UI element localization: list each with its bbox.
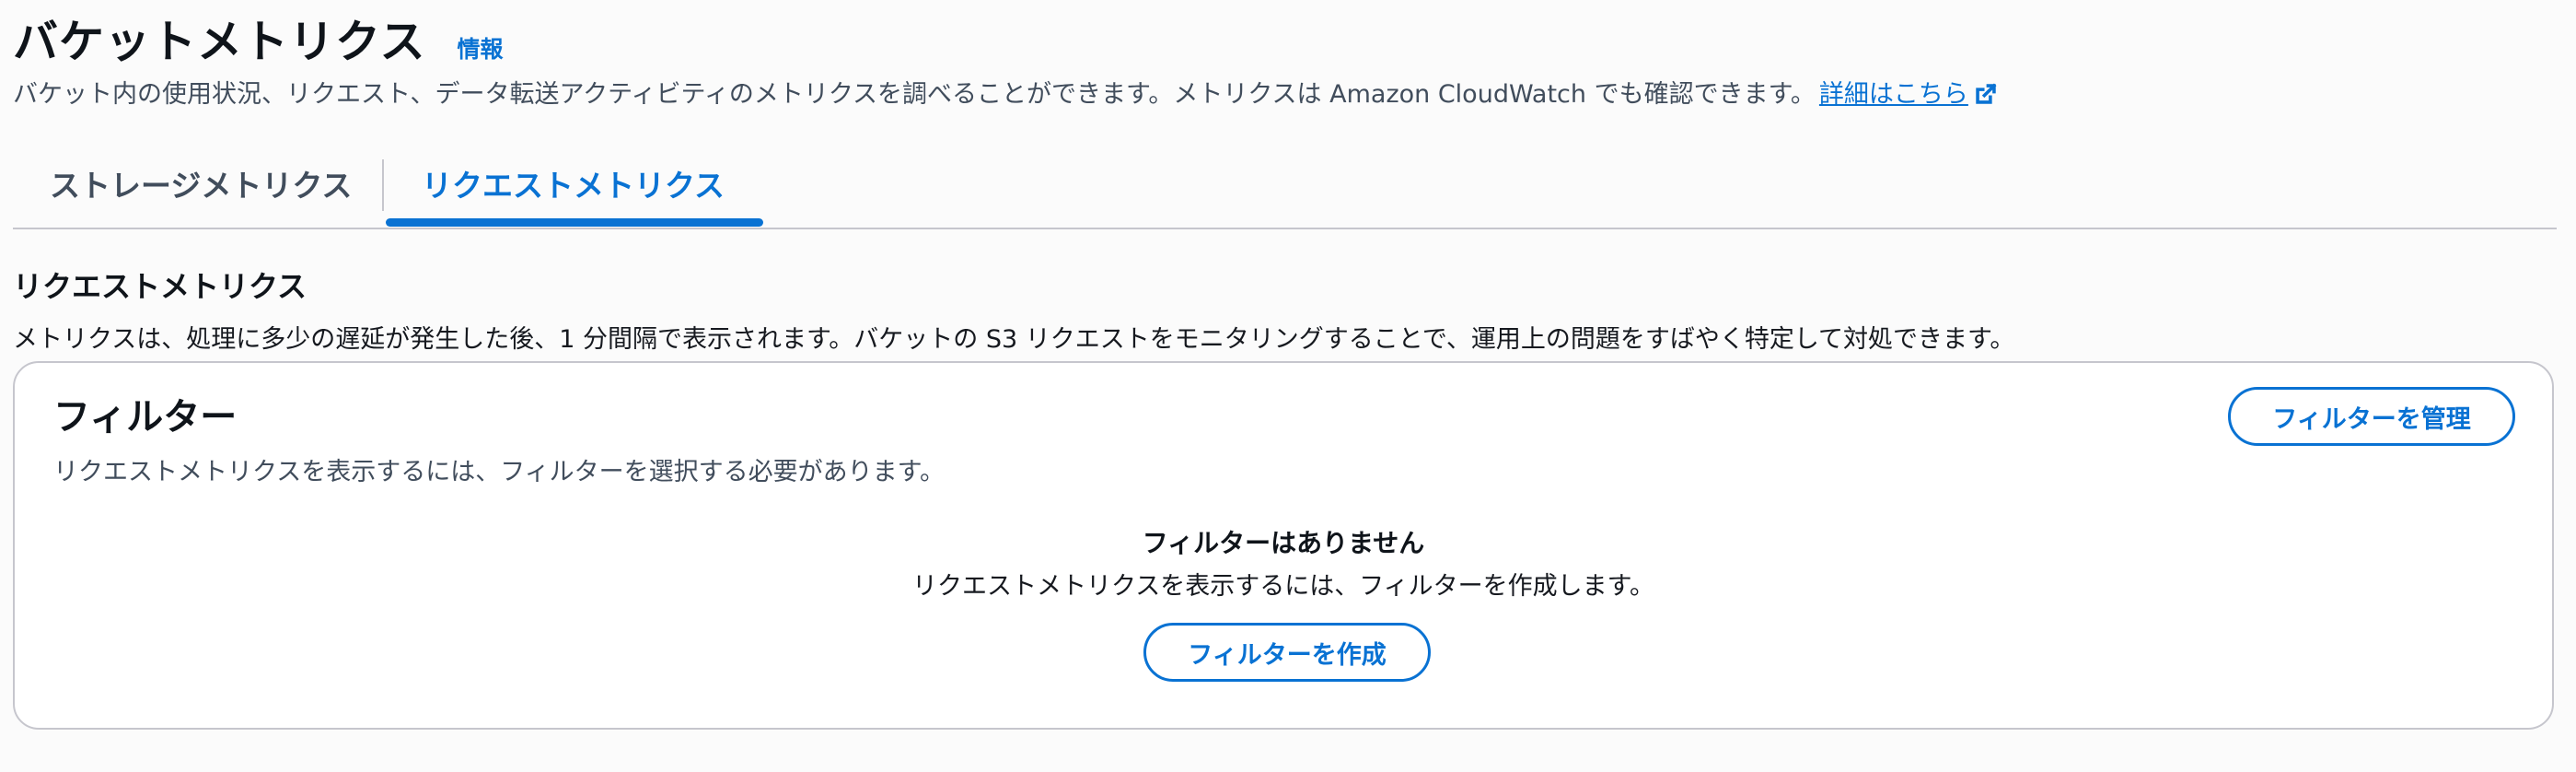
tab-request-metrics[interactable]: リクエストメトリクス — [422, 161, 725, 205]
active-tab-indicator — [386, 218, 763, 227]
empty-state-title: フィルターはありません — [1142, 528, 1425, 558]
manage-filters-button[interactable]: フィルターを管理 — [2228, 387, 2515, 446]
learn-more-link[interactable]: 詳細はこちら — [1819, 80, 1968, 109]
page-description: バケット内の使用状況、リクエスト、データ転送アクティビティのメトリクスを調べるこ… — [13, 74, 1998, 110]
external-link-icon[interactable] — [1974, 82, 1998, 106]
section-title: リクエストメトリクス — [13, 269, 307, 304]
page-header: バケットメトリクス 情報 — [13, 6, 504, 71]
section-description: メトリクスは、処理に多少の遅延が発生した後、1 分間隔で表示されます。バケットの… — [13, 325, 2015, 354]
filters-container: フィルター リクエストメトリクスを表示するには、フィルターを選択する必要がありま… — [13, 361, 2554, 730]
empty-state: フィルターはありません リクエストメトリクスを表示するには、フィルターを作成しま… — [15, 525, 2552, 605]
page-description-text: バケット内の使用状況、リクエスト、データ転送アクティビティのメトリクスを調べるこ… — [13, 80, 1816, 109]
filters-description: リクエストメトリクスを表示するには、フィルターを選択する必要があります。 — [53, 458, 945, 486]
filters-title: フィルター — [53, 396, 238, 439]
metrics-tabs: ストレージメトリクス リクエストメトリクス — [13, 143, 2557, 229]
learn-more-link-label: 詳細はこちら — [1818, 80, 1968, 109]
empty-state-description: リクエストメトリクスを表示するには、フィルターを作成します。 — [912, 572, 1654, 601]
tab-divider — [382, 159, 384, 211]
info-link[interactable]: 情報 — [458, 31, 504, 64]
tab-storage-metrics[interactable]: ストレージメトリクス — [50, 161, 352, 205]
page-title: バケットメトリクス — [13, 16, 426, 68]
create-filter-button[interactable]: フィルターを作成 — [1143, 623, 1431, 682]
